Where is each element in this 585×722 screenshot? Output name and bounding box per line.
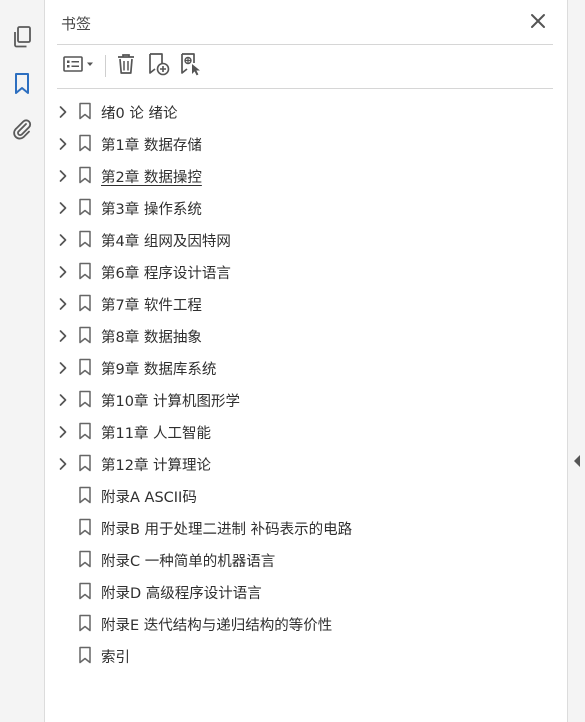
bookmark-item[interactable]: 第6章 程序设计语言 [45,255,567,287]
bookmark-icon [78,294,92,312]
bookmark-item[interactable]: 第3章 操作系统 [45,191,567,223]
toolbar-separator [105,55,106,77]
bookmark-item[interactable]: 第9章 数据库系统 [45,351,567,383]
bookmark-label: 第4章 组网及因特网 [101,234,231,250]
bookmark-icon [78,582,92,600]
bookmark-icon [78,614,92,632]
bookmark-icon [78,198,92,216]
bookmark-label: 附录A ASCII码 [101,490,197,506]
bookmark-icon [78,646,92,664]
chevron-right-icon[interactable] [58,360,68,374]
pages-icon[interactable] [9,24,35,50]
chevron-right-icon[interactable] [58,328,68,342]
header-divider [57,44,553,45]
bookmark-label: 附录D 高级程序设计语言 [101,586,262,602]
chevron-right-icon[interactable] [58,232,68,246]
bookmark-label: 第10章 计算机图形学 [101,394,241,410]
bookmark-icon [78,134,92,152]
bookmark-label: 第12章 计算理论 [101,458,212,474]
bookmark-icon [78,358,92,376]
bookmark-item[interactable]: 第8章 数据抽象 [45,319,567,351]
bookmark-item[interactable]: 附录D 高级程序设计语言 [45,575,567,607]
bookmark-item[interactable]: 第2章 数据操控 [45,159,567,191]
collapse-arrow-icon[interactable] [572,453,582,467]
bookmark-item[interactable]: 附录C 一种简单的机器语言 [45,543,567,575]
bookmark-item[interactable]: 索引 [45,639,567,671]
bookmark-list: 绪0 论 绪论第1章 数据存储 第2章 数据操控 第3章 操作系统第4章 组网及因特… [45,95,567,671]
new-bookmark-button[interactable] [145,52,173,80]
bookmark-item[interactable]: 第1章 数据存储 [45,127,567,159]
bookmark-icon [78,422,92,440]
bookmark-label: 附录C 一种简单的机器语言 [101,554,276,570]
bookmark-icon [78,262,92,280]
chevron-right-icon[interactable] [58,424,68,438]
chevron-right-icon[interactable] [58,168,68,182]
toolbar-divider [57,88,553,89]
bookmark-label: 附录B 用于处理二进制 补码表示的电路 [101,522,353,538]
chevron-right-icon[interactable] [58,392,68,406]
bookmark-icon [78,454,92,472]
bookmark-item[interactable]: 附录A ASCII码 [45,479,567,511]
bookmarks-toolbar [57,52,553,82]
chevron-right-icon[interactable] [58,136,68,150]
bookmark-icon [78,390,92,408]
bookmark-item[interactable]: 绪0 论 绪论 [45,95,567,127]
bookmark-icon [78,550,92,568]
options-menu-button[interactable] [59,52,99,80]
bookmark-icon [78,102,92,120]
bookmark-item[interactable]: 第12章 计算理论 [45,447,567,479]
bookmark-icon [78,326,92,344]
bookmark-label: 索引 [101,650,130,666]
new-bookmark-icon [146,51,172,81]
bookmark-icon[interactable] [9,71,35,97]
chevron-right-icon[interactable] [58,264,68,278]
bookmark-item[interactable]: 第7章 软件工程 [45,287,567,319]
chevron-right-icon[interactable] [58,104,68,118]
bookmark-item[interactable]: 附录B 用于处理二进制 补码表示的电路 [45,511,567,543]
bookmark-label: 第6章 程序设计语言 [101,266,231,282]
delete-button[interactable] [113,52,139,80]
bookmark-label: 第1章 数据存储 [101,138,202,154]
bookmark-label: 绪0 论 绪论 [101,106,178,122]
chevron-right-icon[interactable] [58,296,68,310]
bookmark-label: 附录E 迭代结构与递归结构的等价性 [101,618,333,634]
new-bookmark-from-selection-icon [178,51,204,81]
bookmark-item[interactable]: 附录E 迭代结构与递归结构的等价性 [45,607,567,639]
bookmark-label: 第2章 数据操控 [101,170,202,186]
delete-icon [115,52,137,80]
chevron-right-icon[interactable] [58,200,68,214]
bookmark-icon [78,486,92,504]
bookmark-label: 第11章 人工智能 [101,426,212,442]
bookmark-label: 第8章 数据抽象 [101,330,202,346]
close-icon[interactable] [529,12,547,30]
bookmark-icon [78,230,92,248]
bookmark-label: 第3章 操作系统 [101,202,202,218]
bookmark-item[interactable]: 第11章 人工智能 [45,415,567,447]
options-menu-icon [61,54,97,78]
bookmark-label: 第9章 数据库系统 [101,362,217,378]
panel-title: 书签 [61,15,92,33]
attachment-icon[interactable] [9,116,35,142]
bookmark-icon [78,518,92,536]
bookmark-item[interactable]: 第4章 组网及因特网 [45,223,567,255]
navigation-rail [0,0,45,722]
bookmarks-panel: 书签 绪0 论 绪论 第1章 数据存储 第2章 数据操控 第3章 操作系统 第4… [45,0,567,722]
chevron-right-icon[interactable] [58,456,68,470]
bookmark-icon [78,166,92,184]
bookmark-item[interactable]: 第10章 计算机图形学 [45,383,567,415]
bookmark-label: 第7章 软件工程 [101,298,202,314]
new-bookmark-from-selection-button[interactable] [177,52,205,80]
panel-resize-strip[interactable] [567,0,585,722]
